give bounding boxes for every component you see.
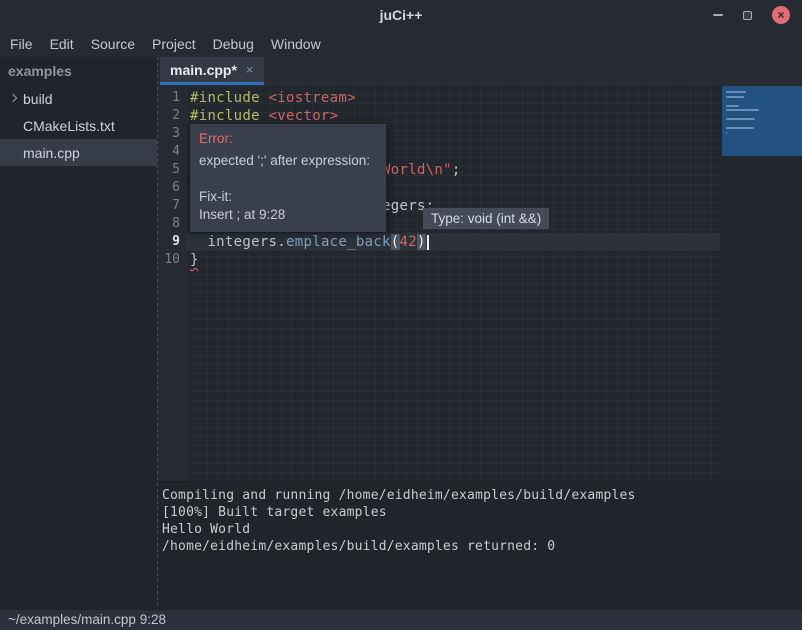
minimap[interactable] [720, 85, 802, 481]
error-tooltip-title: Error: [199, 130, 381, 148]
code-segment: #include [190, 108, 269, 124]
code-segment: #include [190, 90, 269, 106]
minimap-visible-region[interactable] [722, 86, 802, 156]
code-segment: } [190, 252, 199, 268]
error-tooltip-message: expected ';' after expression: [199, 152, 381, 170]
menu-source[interactable]: Source [91, 36, 135, 52]
line-number: 3 [158, 125, 186, 143]
close-icon[interactable]: × [772, 6, 790, 24]
code-segment: emplace_back [286, 234, 391, 250]
terminal-line: Hello World [162, 521, 802, 538]
tree-item-build[interactable]: build [0, 85, 157, 112]
line-number: 4 [158, 143, 186, 161]
terminal-line: Compiling and running /home/eidheim/exam… [162, 487, 802, 504]
minimap-line [726, 118, 755, 120]
code-line-2[interactable]: #include <vector> [186, 107, 720, 125]
tree-item-label: CMakeLists.txt [23, 118, 115, 134]
app-window: juCi++ × File Edit Source Project Debug Windo… [0, 0, 802, 630]
error-tooltip: Error: expected ';' after expression: Fi… [190, 124, 386, 232]
line-number: 6 [158, 179, 186, 197]
tree-item-cmakelists-txt[interactable]: CMakeLists.txt [0, 112, 157, 139]
code-line-9[interactable]: integers.emplace_back(42) [186, 233, 720, 251]
minimize-icon[interactable] [713, 14, 723, 16]
menu-debug[interactable]: Debug [213, 36, 254, 52]
line-number: 7 [158, 197, 186, 215]
code-line-1[interactable]: #include <iostream> [186, 89, 720, 107]
code-line-10[interactable]: } [186, 251, 720, 269]
menu-file[interactable]: File [10, 36, 33, 52]
file-tree-sidebar: examples build CMakeLists.txt main.cpp [0, 57, 157, 609]
menubar: File Edit Source Project Debug Window [0, 30, 802, 57]
fixit-action: Insert ; at 9:28 [199, 206, 381, 224]
build-terminal[interactable]: Compiling and running /home/eidheim/exam… [158, 484, 802, 609]
tree-item-main-cpp[interactable]: main.cpp [0, 139, 157, 166]
window-title: juCi++ [0, 0, 802, 30]
line-number: 1 [158, 89, 186, 107]
tab-label: main.cpp* [170, 62, 237, 78]
status-diagnostics: 1 error, 1 fix it [544, 610, 648, 630]
statusbar: ~/examples/main.cpp 9:28 1 error, 1 fix … [0, 609, 802, 630]
code-segment: ; [452, 162, 461, 178]
line-number: 5 [158, 161, 186, 179]
code-editor[interactable]: 12345678910 #include <iostream>#include … [158, 85, 802, 481]
code-segment: ) [417, 234, 426, 250]
line-number: 9 [158, 233, 186, 251]
minimap-line [726, 96, 744, 98]
text-cursor [427, 235, 429, 250]
code-segment: <iostream> [269, 90, 356, 106]
window-controls: × [713, 0, 790, 30]
minimap-line [726, 109, 759, 111]
minimap-line [726, 91, 746, 93]
tree-item-label: build [23, 91, 53, 107]
line-number: 10 [158, 251, 186, 269]
terminal-line: [100%] Built target examples [162, 504, 802, 521]
status-file-location: ~/examples/main.cpp 9:28 [8, 610, 166, 630]
tree-item-label: main.cpp [23, 145, 80, 161]
tab-main-cpp[interactable]: main.cpp* × [160, 57, 264, 85]
menu-window[interactable]: Window [271, 36, 321, 52]
minimap-line [726, 105, 739, 107]
type-tooltip: Type: void (int &&) [423, 208, 549, 229]
file-tree: build CMakeLists.txt main.cpp [0, 85, 157, 166]
chevron-right-icon[interactable] [9, 94, 17, 102]
line-number: 8 [158, 215, 186, 233]
code-segment: integers. [190, 234, 286, 250]
minimap-line [726, 132, 727, 134]
terminal-line: /home/eidheim/examples/build/examples re… [162, 538, 802, 555]
restore-icon[interactable] [743, 11, 752, 20]
code-segment: <vector> [269, 108, 339, 124]
menu-edit[interactable]: Edit [50, 36, 74, 52]
minimap-line [726, 127, 754, 129]
line-number-gutter: 12345678910 [158, 85, 186, 481]
line-number: 2 [158, 107, 186, 125]
project-root-label[interactable]: examples [0, 57, 157, 85]
code-segment: ( [391, 234, 400, 250]
fixit-label: Fix-it: [199, 188, 381, 206]
menu-project[interactable]: Project [152, 36, 196, 52]
titlebar[interactable]: juCi++ × [0, 0, 802, 30]
tab-close-icon[interactable]: × [246, 63, 254, 76]
tabbar: main.cpp* × [158, 57, 802, 85]
code-segment: 42 [400, 234, 417, 250]
